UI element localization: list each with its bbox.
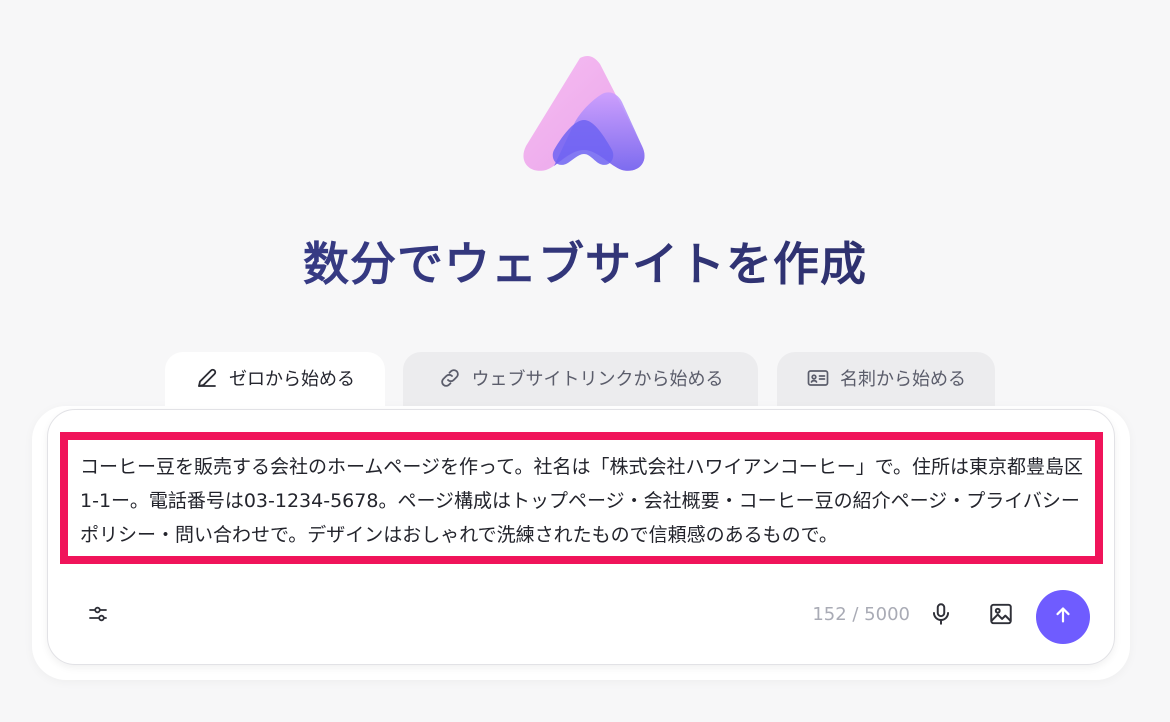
page-title: 数分でウェブサイトを作成	[0, 228, 1170, 294]
tab-start-from-scratch[interactable]: ゼロから始める	[165, 352, 385, 410]
microphone-icon	[928, 601, 954, 631]
voice-input-button[interactable]	[925, 600, 957, 632]
prompt-composer: コーヒー豆を販売する会社のホームページを作って。社名は「株式会社ハワイアンコーヒ…	[47, 409, 1115, 665]
send-button[interactable]	[1036, 590, 1090, 644]
app-logo-icon	[523, 56, 645, 171]
tab-label: ウェブサイトリンクから始める	[471, 369, 724, 390]
link-icon	[438, 366, 462, 390]
tab-label: 名刺から始める	[840, 369, 966, 390]
tab-label: ゼロから始める	[229, 369, 355, 390]
arrow-up-icon	[1052, 604, 1074, 630]
prompt-textarea[interactable]: コーヒー豆を販売する会社のホームページを作って。社名は「株式会社ハワイアンコーヒ…	[60, 432, 1103, 564]
image-upload-button[interactable]	[985, 600, 1017, 632]
id-card-icon	[806, 366, 830, 390]
tab-bar: ゼロから始める ウェブサイトリンクから始める 名刺から始める	[0, 352, 1170, 410]
sliders-icon	[86, 602, 110, 630]
settings-button[interactable]	[84, 602, 112, 630]
tab-start-from-business-card[interactable]: 名刺から始める	[777, 352, 995, 410]
image-icon	[988, 601, 1014, 631]
tab-start-from-website-link[interactable]: ウェブサイトリンクから始める	[403, 352, 758, 410]
pencil-icon	[195, 366, 219, 390]
page: 数分でウェブサイトを作成 ゼロから始める ウェブサイトリンクから始める 名刺から…	[0, 0, 1170, 722]
character-counter: 152 / 5000	[812, 604, 910, 625]
